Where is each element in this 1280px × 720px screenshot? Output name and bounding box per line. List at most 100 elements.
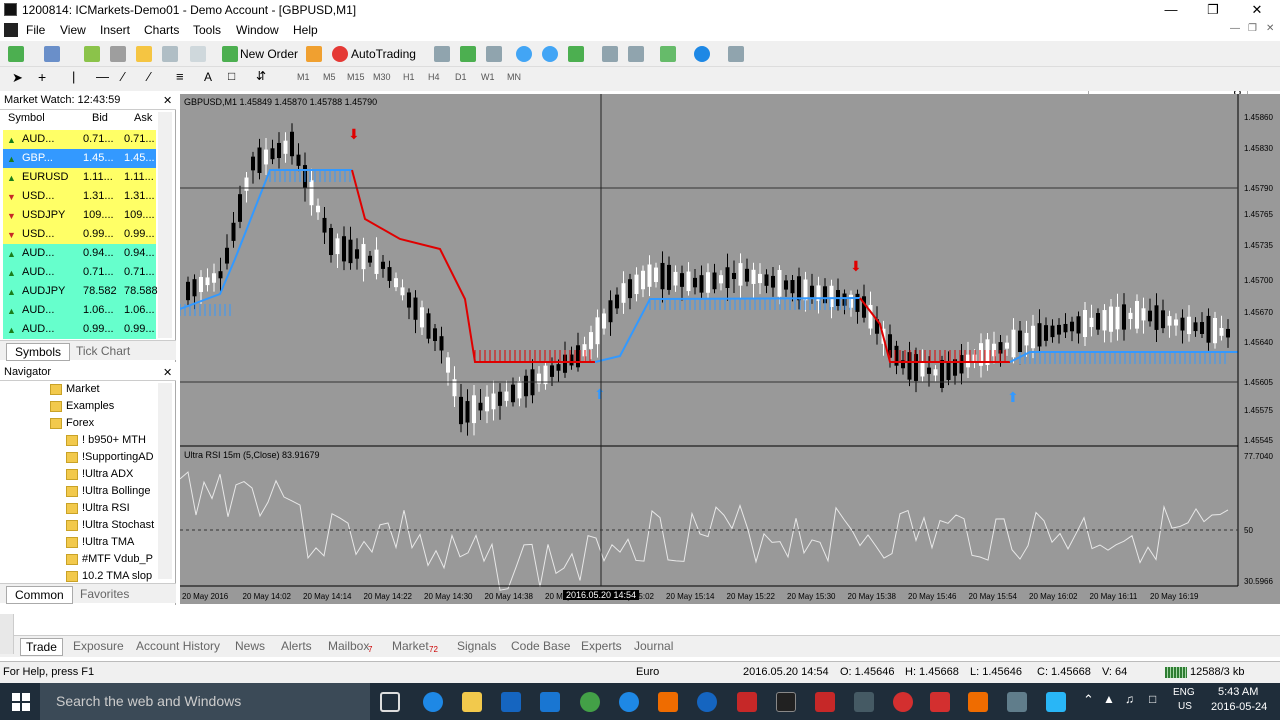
arrows-icon[interactable]: ⇵ xyxy=(256,69,266,83)
tab-signals[interactable]: Signals xyxy=(457,639,496,653)
market-watch-row[interactable]: ▲ AUD... 1.06... 1.06... xyxy=(3,301,156,320)
navigator-item[interactable]: !Ultra TMA xyxy=(66,534,134,551)
tab-favorites[interactable]: Favorites xyxy=(80,587,129,601)
navigator-item[interactable]: !Ultra Stochast xyxy=(66,517,154,534)
trendline-icon[interactable]: ∕ xyxy=(122,69,124,84)
market-watch-row[interactable]: ▲ EURUSD 1.11... 1.11... xyxy=(3,168,156,187)
restore-button[interactable]: ❐ xyxy=(1190,0,1236,20)
timeframe-h4[interactable]: H4 xyxy=(428,72,440,82)
autotrading-button[interactable]: AutoTrading xyxy=(351,44,416,64)
market-watch-scrollbar[interactable] xyxy=(158,112,172,338)
tab-account-history[interactable]: Account History xyxy=(136,639,220,653)
bar-chart-icon[interactable] xyxy=(434,46,450,62)
navigator-item[interactable]: !Ultra RSI xyxy=(66,500,130,517)
profiles-icon[interactable] xyxy=(44,46,60,62)
new-order-button[interactable]: New Order xyxy=(240,44,298,64)
timeframe-m30[interactable]: M30 xyxy=(373,72,391,82)
navigator-scrollbar[interactable] xyxy=(158,383,172,579)
timeframe-w1[interactable]: W1 xyxy=(481,72,495,82)
edge-icon[interactable] xyxy=(423,692,443,712)
tab-experts[interactable]: Experts xyxy=(581,639,622,653)
tile-windows-icon[interactable] xyxy=(568,46,584,62)
close-button[interactable]: ✕ xyxy=(1234,0,1280,20)
mdi-minimize-button[interactable]: — xyxy=(1230,23,1240,34)
timeframe-m1[interactable]: M1 xyxy=(297,72,310,82)
app-icon-6[interactable] xyxy=(815,692,835,712)
menu-charts[interactable]: Charts xyxy=(144,23,179,37)
chrome-icon[interactable] xyxy=(580,692,600,712)
mdi-restore-button[interactable]: ❐ xyxy=(1248,23,1257,34)
tab-code-base[interactable]: Code Base xyxy=(511,639,570,653)
start-icon[interactable] xyxy=(12,693,30,711)
menu-view[interactable]: View xyxy=(60,23,86,37)
candlestick-icon[interactable] xyxy=(460,46,476,62)
tab-alerts[interactable]: Alerts xyxy=(281,639,312,653)
menu-file[interactable]: File xyxy=(26,23,45,37)
vertical-line-icon[interactable]: | xyxy=(72,69,75,84)
chart-shift-icon[interactable] xyxy=(628,46,644,62)
action-center-icon[interactable]: □ xyxy=(1149,692,1156,706)
zoom-in-icon[interactable] xyxy=(516,46,532,62)
periods-icon[interactable] xyxy=(694,46,710,62)
market-watch-row[interactable]: ▼ USD... 1.31... 1.31... xyxy=(3,187,156,206)
navigator-item[interactable]: !Ultra Bollinge xyxy=(66,483,150,500)
line-chart-icon[interactable] xyxy=(486,46,502,62)
navigator-item[interactable]: !SupportingAD xyxy=(66,449,154,466)
auto-scroll-icon[interactable] xyxy=(602,46,618,62)
crosshair-icon[interactable]: + xyxy=(38,69,46,85)
clock-date[interactable]: 2016-05-24 xyxy=(1211,701,1267,713)
market-watch-row[interactable]: ▲ AUD... 0.99... 0.99... xyxy=(3,320,156,339)
app-icon-9[interactable] xyxy=(930,692,950,712)
timeframe-mn[interactable]: MN xyxy=(507,72,521,82)
tab-symbols[interactable]: Symbols xyxy=(6,343,71,361)
fibonacci-icon[interactable]: ≡ xyxy=(176,69,184,84)
market-watch-row[interactable]: ▼ USDJPY 109.... 109.... xyxy=(3,206,156,225)
market-watch-row[interactable]: ▲ GBP... 1.45... 1.45... xyxy=(3,149,156,168)
file-explorer-icon[interactable] xyxy=(462,692,482,712)
taskbar-search[interactable]: Search the web and Windows xyxy=(40,683,370,720)
task-view-icon[interactable] xyxy=(380,692,400,712)
app-icon-7[interactable] xyxy=(854,692,874,712)
navigator-item[interactable]: Forex xyxy=(50,415,94,432)
price-chart[interactable]: ⬇ ⬇ ⬆ ⬆ 1.45860 1.45830 1.45790 1.45765 1.45735… xyxy=(179,94,1280,604)
market-watch-close-icon[interactable]: ✕ xyxy=(163,94,172,107)
app-icon-10[interactable] xyxy=(968,692,988,712)
navigator-icon[interactable] xyxy=(136,46,152,62)
navigator-item[interactable]: Examples xyxy=(50,398,114,415)
timeframe-d1[interactable]: D1 xyxy=(455,72,467,82)
store-icon[interactable] xyxy=(501,692,521,712)
terminal-icon[interactable] xyxy=(162,46,178,62)
indicators-icon[interactable] xyxy=(660,46,676,62)
text-label-icon[interactable]: □ xyxy=(228,69,235,83)
tab-trade[interactable]: Trade xyxy=(20,638,63,656)
market-watch-row[interactable]: ▲ AUD... 0.71... 0.71... xyxy=(3,130,156,149)
app-icon-2[interactable] xyxy=(619,692,639,712)
column-ask[interactable]: Ask xyxy=(134,112,152,124)
mdi-close-button[interactable]: ✕ xyxy=(1266,23,1274,34)
market-watch-row[interactable]: ▲ AUDJPY 78.582 78.588 xyxy=(3,282,158,301)
app-icon-11[interactable] xyxy=(1007,692,1027,712)
market-watch-row[interactable]: ▲ AUD... 0.71... 0.71... xyxy=(3,263,156,282)
tray-chevron-icon[interactable]: ⌃ xyxy=(1083,692,1094,708)
timeframe-m15[interactable]: M15 xyxy=(347,72,365,82)
tab-exposure[interactable]: Exposure xyxy=(73,639,124,653)
chart-window[interactable]: ⬇ ⬇ ⬆ ⬆ 1.45860 1.45830 1.45790 1.45765 1.45735… xyxy=(179,94,1280,604)
minimize-button[interactable]: — xyxy=(1148,0,1194,20)
clock-time[interactable]: 5:43 AM xyxy=(1218,686,1258,698)
cursor-icon[interactable]: ➤ xyxy=(12,70,23,86)
zoom-out-icon[interactable] xyxy=(542,46,558,62)
navigator-item[interactable]: Market xyxy=(50,381,100,398)
horizontal-line-icon[interactable]: — xyxy=(96,69,109,84)
strategy-tester-icon[interactable] xyxy=(190,46,206,62)
market-watch-row[interactable]: ▼ USD... 0.99... 0.99... xyxy=(3,225,156,244)
app-icon-1[interactable] xyxy=(540,692,560,712)
tab-journal[interactable]: Journal xyxy=(634,639,673,653)
menu-help[interactable]: Help xyxy=(293,23,318,37)
app-icon-8[interactable] xyxy=(893,692,913,712)
timeframe-m5[interactable]: M5 xyxy=(323,72,336,82)
tab-market[interactable]: Market xyxy=(392,639,429,653)
navigator-item[interactable]: !Ultra ADX xyxy=(66,466,133,483)
menu-window[interactable]: Window xyxy=(236,23,279,37)
menu-tools[interactable]: Tools xyxy=(193,23,221,37)
app-icon-4[interactable] xyxy=(697,692,717,712)
